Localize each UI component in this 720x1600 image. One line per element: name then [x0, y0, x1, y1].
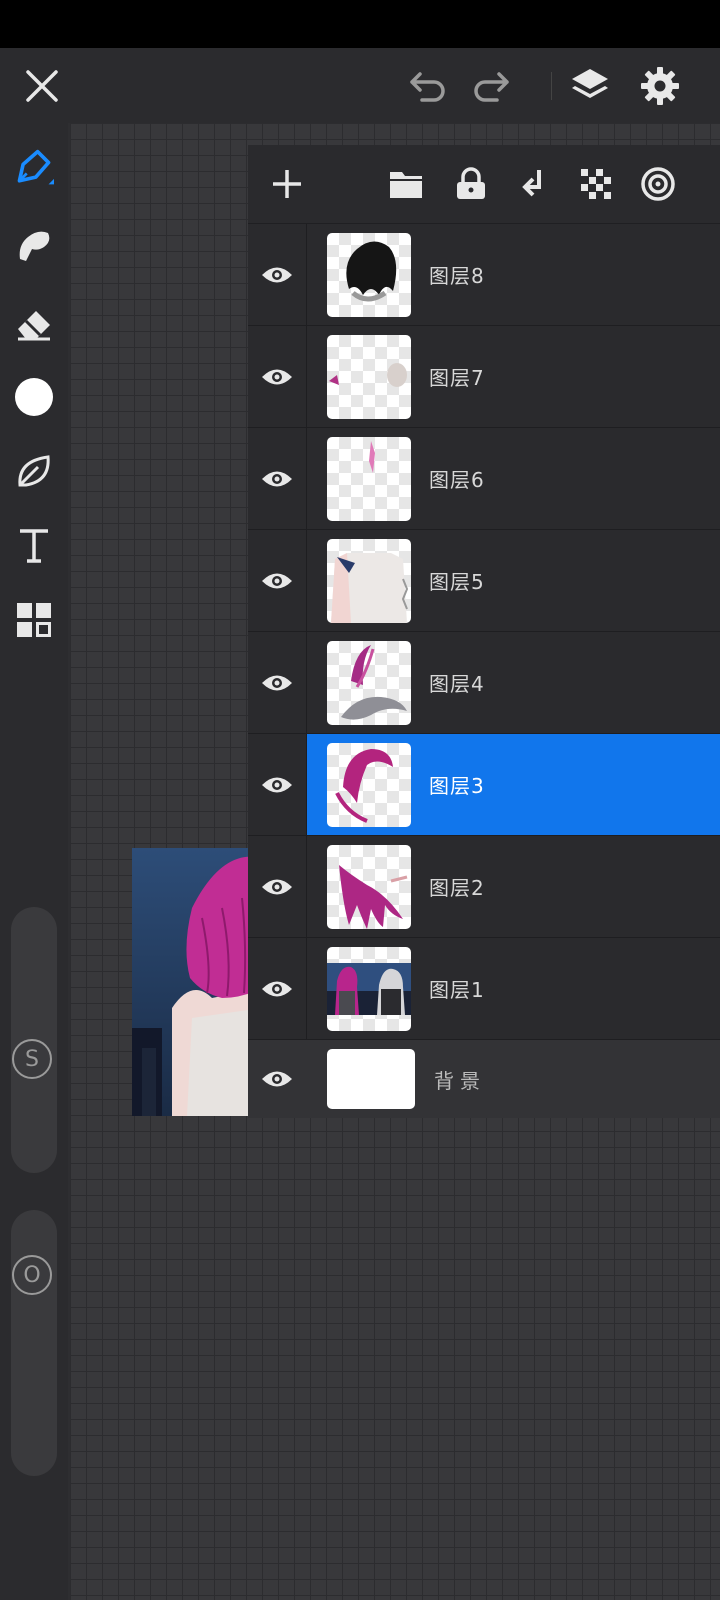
visibility-eye-icon[interactable] [258, 562, 296, 600]
layer-row[interactable]: 图层5 [248, 530, 720, 632]
lock-icon[interactable] [452, 165, 490, 203]
color-swatch[interactable] [14, 377, 54, 417]
size-badge: S [12, 1039, 52, 1079]
layer-row[interactable]: 图层4 [248, 632, 720, 734]
opacity-badge: O [12, 1255, 52, 1295]
layer-row[interactable]: 图层1 [248, 938, 720, 1040]
top-toolbar [0, 48, 720, 123]
layer-name: 图层5 [429, 570, 485, 594]
layer-row[interactable]: 图层6 [248, 428, 720, 530]
layer-row-selected[interactable]: 图层3 [248, 734, 720, 836]
leaf-shape-icon[interactable] [14, 451, 54, 491]
layer-name: 图层1 [429, 978, 485, 1002]
layers-toolbar [248, 145, 720, 224]
status-bar [0, 0, 720, 48]
layer-row[interactable]: 图层7 [248, 326, 720, 428]
layer-thumbnail [327, 743, 411, 827]
layer-thumbnail [327, 947, 411, 1031]
transparency-icon[interactable] [577, 165, 615, 203]
layer-thumbnail [327, 845, 411, 929]
opacity-slider[interactable]: O [11, 1210, 57, 1476]
redo-icon[interactable] [471, 66, 511, 106]
layer-name: 图层4 [429, 672, 485, 696]
layer-row[interactable]: 图层8 [248, 224, 720, 326]
layer-name: 图层8 [429, 264, 485, 288]
layer-thumbnail [327, 233, 411, 317]
brush-size-slider[interactable]: S [11, 907, 57, 1173]
background-layer-row[interactable]: 背景 [248, 1040, 720, 1118]
layer-thumbnail [327, 335, 411, 419]
layer-name: 图层6 [429, 468, 485, 492]
layer-thumbnail [327, 1049, 415, 1109]
artwork-preview [132, 848, 262, 1116]
merge-down-icon[interactable] [515, 165, 553, 203]
layers-panel: 图层8 图层7 图层6 图层5 图层4 图层3 图层2 图层1 背景 [248, 145, 720, 1118]
eraser-icon[interactable] [14, 303, 54, 343]
layer-thumbnail [327, 641, 411, 725]
layer-name: 图层7 [429, 366, 485, 390]
add-icon[interactable] [268, 165, 306, 203]
blend-icon[interactable] [639, 165, 677, 203]
undo-icon[interactable] [408, 66, 448, 106]
left-toolbar: S O [0, 123, 68, 1600]
visibility-eye-icon[interactable] [258, 256, 296, 294]
visibility-eye-icon[interactable] [258, 664, 296, 702]
folder-icon[interactable] [387, 165, 425, 203]
layers-icon[interactable] [570, 66, 610, 106]
grid-icon[interactable] [14, 600, 54, 640]
layer-row[interactable]: 图层2 [248, 836, 720, 938]
brush-icon[interactable] [14, 148, 54, 188]
smudge-icon[interactable] [14, 225, 54, 265]
visibility-eye-icon[interactable] [258, 358, 296, 396]
layer-name: 背景 [434, 1069, 486, 1093]
divider [551, 72, 552, 100]
visibility-eye-icon[interactable] [258, 970, 296, 1008]
visibility-eye-icon[interactable] [258, 1060, 296, 1098]
layer-name: 图层2 [429, 876, 485, 900]
close-icon[interactable] [22, 66, 62, 106]
layer-thumbnail [327, 437, 411, 521]
gear-icon[interactable] [640, 66, 680, 106]
text-icon[interactable] [14, 525, 54, 565]
visibility-eye-icon[interactable] [258, 868, 296, 906]
layer-thumbnail [327, 539, 411, 623]
visibility-eye-icon[interactable] [258, 460, 296, 498]
visibility-eye-icon[interactable] [258, 766, 296, 804]
layer-name: 图层3 [429, 774, 485, 798]
